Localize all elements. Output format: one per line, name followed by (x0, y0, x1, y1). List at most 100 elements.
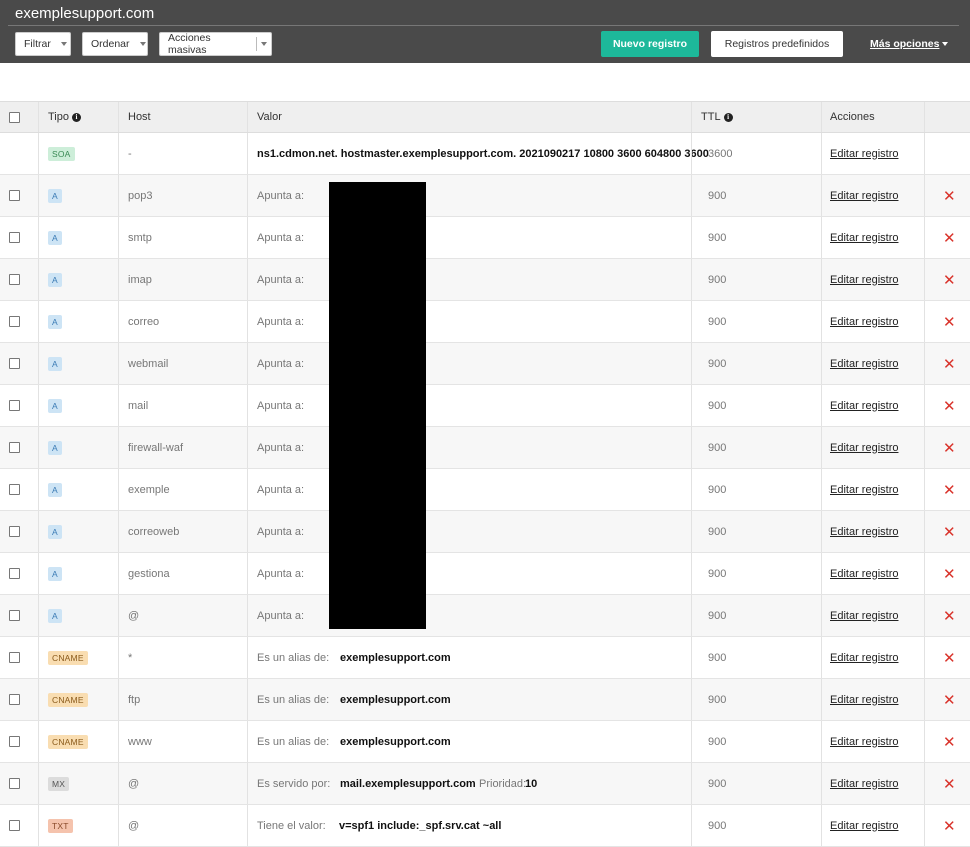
filter-dropdown[interactable]: Filtrar (15, 32, 71, 56)
table-row: Amail Apunta a: 900 Editar registro ✕ (0, 385, 970, 427)
delete-icon[interactable]: ✕ (943, 649, 956, 667)
delete-cell: ✕ (943, 721, 956, 762)
edit-record-link[interactable]: Editar registro (830, 736, 898, 748)
delete-icon[interactable]: ✕ (943, 607, 956, 625)
row-select-cell (9, 595, 20, 636)
ttl-cell: 900 (708, 777, 727, 790)
value-prefix: Apunta a: (257, 231, 305, 244)
delete-icon[interactable]: ✕ (943, 187, 956, 205)
delete-icon[interactable]: ✕ (943, 271, 956, 289)
edit-record-link[interactable]: Editar registro (830, 568, 898, 580)
edit-record-link[interactable]: Editar registro (830, 190, 898, 202)
domain-title: exemplesupport.com (15, 5, 155, 22)
delete-cell: ✕ (943, 427, 956, 468)
delete-icon[interactable]: ✕ (943, 355, 956, 373)
row-checkbox[interactable] (9, 652, 20, 663)
ttl-cell: 900 (708, 735, 727, 748)
column-header-ttl[interactable]: TTL i (701, 102, 733, 132)
table-row: A @ Apunta a: 900 Editar registro ✕ (0, 595, 970, 637)
edit-record-link[interactable]: Editar registro (830, 652, 898, 664)
delete-icon[interactable]: ✕ (943, 775, 956, 793)
row-checkbox[interactable] (9, 358, 20, 369)
record-type-badge: A (48, 356, 62, 371)
row-checkbox[interactable] (9, 568, 20, 579)
edit-record-link[interactable]: Editar registro (830, 610, 898, 622)
row-checkbox[interactable] (9, 694, 20, 705)
row-checkbox[interactable] (9, 778, 20, 789)
row-checkbox[interactable] (9, 400, 20, 411)
edit-record-link[interactable]: Editar registro (830, 526, 898, 538)
value-text: mail.exemplesupport.com (340, 777, 476, 790)
table-row: Apop3 Apunta a: 900 Editar registro ✕ (0, 175, 970, 217)
actions-cell: Editar registro (830, 595, 898, 636)
edit-record-link[interactable]: Editar registro (830, 694, 898, 706)
row-checkbox[interactable] (9, 274, 20, 285)
info-icon[interactable]: i (723, 112, 733, 122)
edit-record-link[interactable]: Editar registro (830, 232, 898, 244)
edit-record-link[interactable]: Editar registro (830, 400, 898, 412)
row-checkbox[interactable] (9, 484, 20, 495)
host-cell: webmail (128, 357, 169, 370)
record-type-badge: A (48, 608, 62, 623)
table-row: Aimap Apunta a: 900 Editar registro ✕ (0, 259, 970, 301)
table-row: Asmtp Apunta a: 900 Editar registro ✕ (0, 217, 970, 259)
delete-icon[interactable]: ✕ (943, 817, 956, 835)
table-row: Acorreoweb Apunta a: 900 Editar registro ✕ (0, 511, 970, 553)
more-options-menu[interactable]: Más opciones (870, 38, 949, 50)
order-dropdown[interactable]: Ordenar (82, 32, 148, 56)
record-type-badge: A (48, 524, 62, 539)
info-icon[interactable]: i (72, 112, 81, 122)
select-all-checkbox[interactable] (9, 111, 20, 123)
record-type-badge: A (48, 230, 62, 245)
delete-icon[interactable]: ✕ (943, 439, 956, 457)
edit-record-link[interactable]: Editar registro (830, 316, 898, 328)
delete-icon[interactable]: ✕ (943, 733, 956, 751)
edit-record-link[interactable]: Editar registro (830, 778, 898, 790)
row-checkbox[interactable] (9, 442, 20, 453)
host-cell: correo (128, 315, 160, 328)
row-select-cell (9, 763, 20, 804)
record-type-badge: CNAME (48, 692, 88, 707)
row-checkbox[interactable] (9, 736, 20, 747)
host-cell: @ (128, 777, 140, 790)
delete-cell: ✕ (943, 301, 956, 342)
delete-icon[interactable]: ✕ (943, 313, 956, 331)
value-text: v=spf1 include:_spf.srv.cat ~all (339, 819, 502, 832)
bulk-actions-label: Acciones masivas (168, 32, 211, 56)
predefined-records-button[interactable]: Registros predefinidos (711, 31, 843, 57)
actions-cell: Editar registro (830, 259, 898, 300)
actions-cell: Editar registro (830, 217, 898, 258)
row-select-cell (9, 175, 20, 216)
delete-icon[interactable]: ✕ (943, 523, 956, 541)
delete-icon[interactable]: ✕ (943, 691, 956, 709)
delete-icon[interactable]: ✕ (943, 397, 956, 415)
row-select-cell (9, 721, 20, 762)
edit-record-link[interactable]: Editar registro (830, 148, 898, 160)
edit-record-link[interactable]: Editar registro (830, 358, 898, 370)
type-cell: A (48, 343, 62, 384)
row-checkbox[interactable] (9, 610, 20, 621)
edit-record-link[interactable]: Editar registro (830, 484, 898, 496)
row-checkbox[interactable] (9, 316, 20, 327)
column-header-tipo[interactable]: Tipo i (48, 102, 81, 132)
table-row: Aexemple Apunta a: 900 Editar registro ✕ (0, 469, 970, 511)
value-text: exemplesupport.com (340, 693, 451, 706)
host-cell: correoweb (128, 525, 180, 538)
delete-icon[interactable]: ✕ (943, 229, 956, 247)
edit-record-link[interactable]: Editar registro (830, 820, 898, 832)
edit-record-link[interactable]: Editar registro (830, 442, 898, 454)
row-checkbox[interactable] (9, 232, 20, 243)
delete-cell: ✕ (943, 385, 956, 426)
delete-cell: ✕ (943, 763, 956, 804)
bulk-actions-dropdown[interactable]: Acciones masivas (159, 32, 272, 56)
type-cell: MX (48, 763, 70, 804)
edit-record-link[interactable]: Editar registro (830, 274, 898, 286)
row-checkbox[interactable] (9, 190, 20, 201)
host-cell: imap (128, 273, 152, 286)
new-record-button[interactable]: Nuevo registro (601, 31, 699, 57)
delete-icon[interactable]: ✕ (943, 481, 956, 499)
ttl-cell: 900 (708, 525, 727, 538)
row-checkbox[interactable] (9, 820, 20, 831)
row-checkbox[interactable] (9, 526, 20, 537)
delete-icon[interactable]: ✕ (943, 565, 956, 583)
